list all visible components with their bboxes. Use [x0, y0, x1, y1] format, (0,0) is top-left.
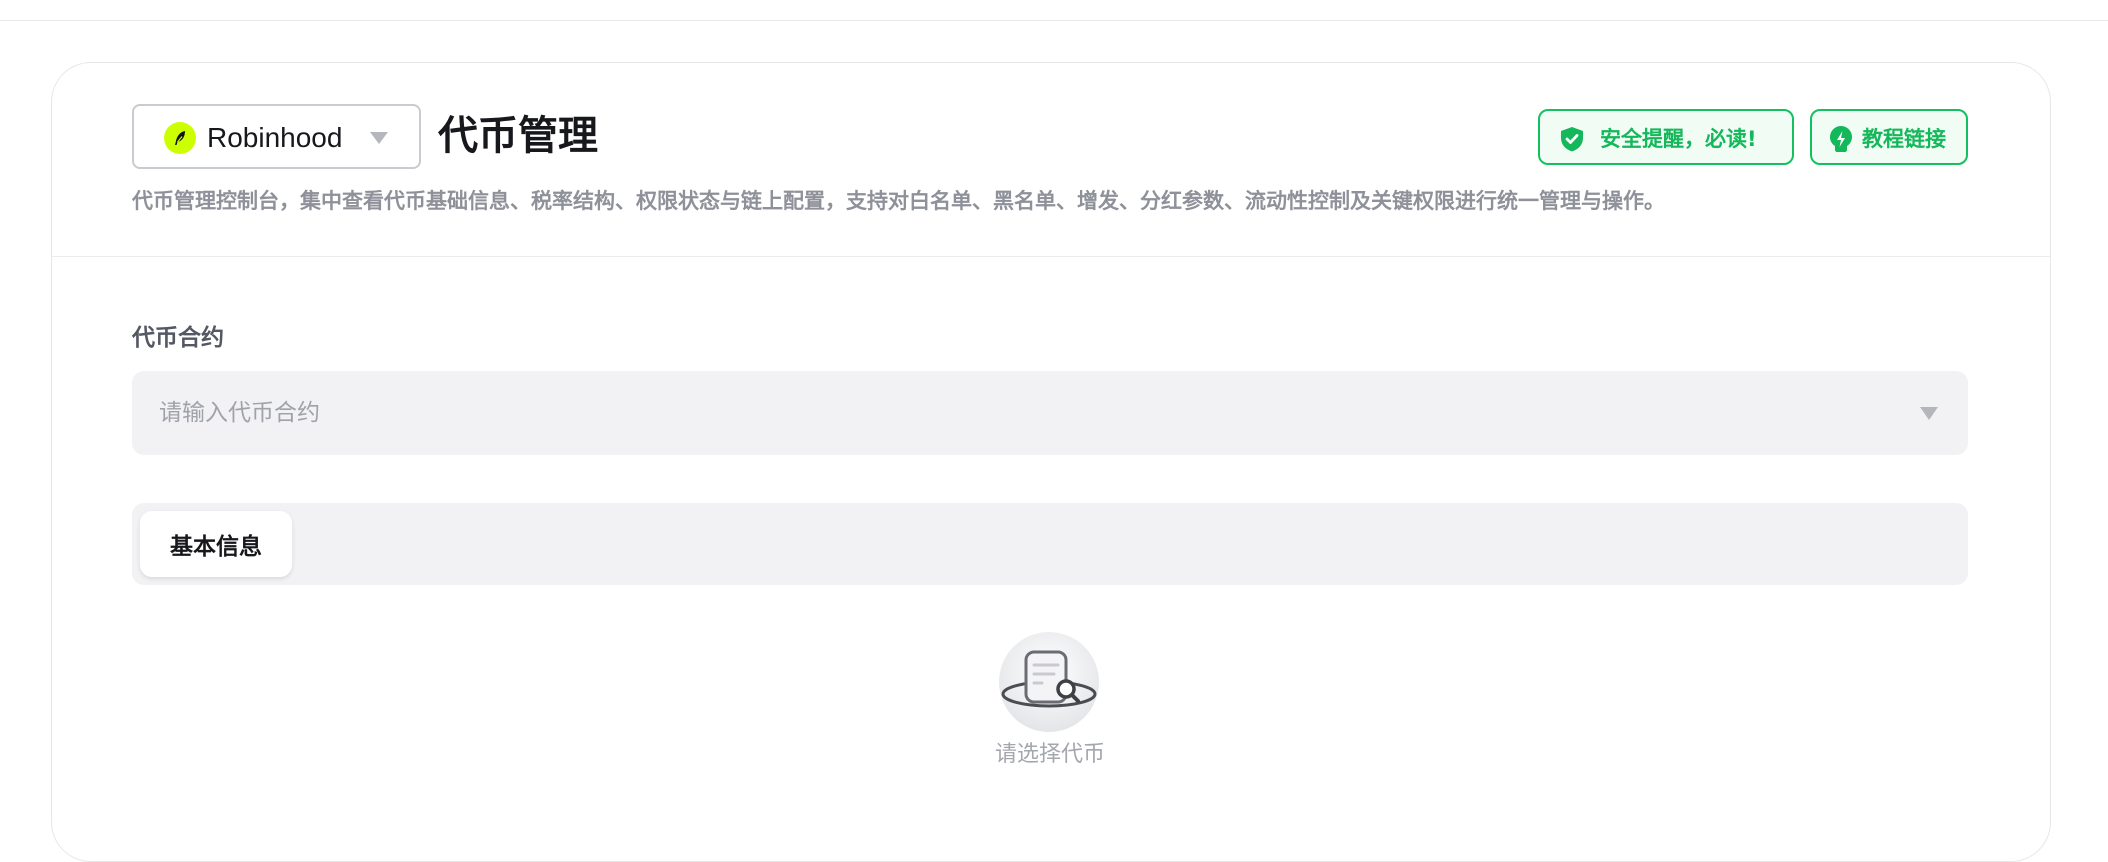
lightning-bolt-icon	[1827, 125, 1855, 153]
chevron-down-icon[interactable]	[1920, 407, 1938, 420]
feather-icon	[164, 122, 196, 154]
chevron-down-icon	[370, 132, 388, 144]
tutorial-link-label: 教程链接	[1862, 127, 1946, 151]
shield-check-icon	[1558, 125, 1586, 153]
chain-selector[interactable]: Robinhood	[132, 104, 421, 169]
safety-notice-button[interactable]: 安全提醒，必读!	[1538, 109, 1794, 165]
chain-name: Robinhood	[207, 122, 343, 153]
top-bar	[0, 0, 2108, 21]
tutorial-link-button[interactable]: 教程链接	[1810, 109, 1968, 165]
document-search-icon	[996, 632, 1102, 736]
tab-basic-info[interactable]: 基本信息	[140, 511, 292, 577]
safety-notice-label: 安全提醒，必读!	[1600, 127, 1757, 151]
contract-input-placeholder: 请输入代币合约	[159, 400, 320, 426]
page-title: 代币管理	[438, 113, 598, 159]
empty-state-message: 请选择代币	[994, 742, 1105, 767]
token-contract-input[interactable]: 请输入代币合约	[132, 371, 1968, 455]
page-description: 代币管理控制台，集中查看代币基础信息、税率结构、权限状态与链上配置，支持对白名单…	[132, 189, 1665, 213]
contract-field-label: 代币合约	[132, 325, 224, 351]
header-divider	[52, 256, 2050, 257]
tab-bar: 基本信息	[132, 503, 1968, 585]
